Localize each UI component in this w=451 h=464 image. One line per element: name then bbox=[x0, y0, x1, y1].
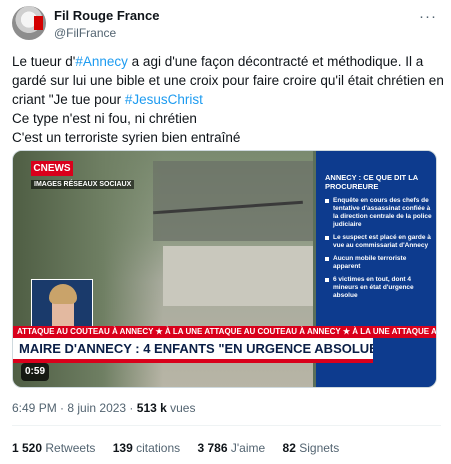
scene-water bbox=[163, 246, 313, 306]
tweet-date[interactable]: 8 juin 2023 bbox=[67, 401, 126, 415]
views-count: 513 k bbox=[136, 401, 167, 415]
author-name[interactable]: Fil Rouge France bbox=[54, 8, 159, 23]
news-ticker: ATTAQUE AU COUTEAU À ANNECY ★ À LA UNE A… bbox=[13, 326, 436, 338]
separator: · bbox=[56, 401, 68, 415]
video-player[interactable]: CNEWS IMAGES RÉSEAUX SOCIAUX ANNECY : CE… bbox=[12, 150, 437, 388]
tweet-text: Le tueur d'#Annecy a agi d'une façon déc… bbox=[12, 52, 444, 147]
sidebar-item: 6 victimes en tout, dont 4 mineurs en ét… bbox=[325, 276, 432, 300]
retweets-label: Retweets bbox=[45, 441, 96, 455]
tweet-time[interactable]: 6:49 PM bbox=[12, 401, 57, 415]
quotes-label: citations bbox=[136, 441, 181, 455]
text-segment: criant "Je tue pour bbox=[12, 92, 125, 107]
sidebar-item: Aucun mobile terroriste apparent bbox=[325, 255, 432, 271]
separator: · bbox=[126, 401, 137, 415]
bookmarks-count: 82 bbox=[282, 441, 296, 455]
tweet-line: C'est un terroriste syrien bien entraîné bbox=[12, 130, 241, 145]
anchor-hair bbox=[49, 284, 77, 304]
retweets-count: 1 520 bbox=[12, 441, 43, 455]
bookmarks-label: Signets bbox=[299, 441, 340, 455]
bookmarks-stat[interactable]: 82 Signets bbox=[283, 441, 340, 455]
hashtag-jesuschrist[interactable]: #JesusChrist bbox=[125, 92, 203, 107]
hashtag-annecy[interactable]: #Annecy bbox=[75, 54, 128, 69]
headline-bar bbox=[13, 359, 373, 363]
tweet-line: criant "Je tue pour #JesusChrist bbox=[12, 90, 442, 109]
channel-logo: CNEWS bbox=[31, 161, 73, 176]
quotes-stat[interactable]: 139 citations bbox=[113, 441, 180, 455]
more-horizontal-icon[interactable]: ··· bbox=[419, 8, 437, 25]
views-label: vues bbox=[166, 401, 196, 415]
sidebar-item: Le suspect est placé en garde à vue au c… bbox=[325, 234, 432, 250]
quotes-count: 139 bbox=[112, 441, 133, 455]
tweet-line: Le tueur d'#Annecy a agi d'une façon déc… bbox=[12, 52, 442, 71]
video-duration: 0:59 bbox=[21, 363, 49, 381]
tweet-line: gardé sur lui une bible et une croix pou… bbox=[12, 73, 444, 88]
likes-label: J'aime bbox=[230, 441, 266, 455]
tweet-meta: 6:49 PM · 8 juin 2023 · 513 k vues bbox=[12, 401, 195, 415]
tweet-line: Ce type n'est ni fou, ni chrétien bbox=[12, 111, 197, 126]
sidebar-item: Enquête en cours des chefs de tentative … bbox=[325, 197, 432, 229]
anchor-inset bbox=[31, 279, 93, 327]
text-segment: a agi d'une façon décontracté et méthodi… bbox=[127, 54, 424, 69]
tweet-header: Fil Rouge France @FilFrance ··· bbox=[12, 6, 441, 42]
flag-icon bbox=[34, 16, 43, 30]
text-segment: Le tueur d' bbox=[12, 54, 76, 69]
retweets-stat[interactable]: 1 520 Retweets bbox=[12, 441, 95, 455]
likes-stat[interactable]: 3 786 J'aime bbox=[198, 441, 266, 455]
divider bbox=[12, 425, 441, 426]
source-label: IMAGES RÉSEAUX SOCIAUX bbox=[31, 180, 135, 189]
avatar[interactable] bbox=[12, 6, 46, 40]
likes-count: 3 786 bbox=[197, 441, 228, 455]
author-handle[interactable]: @FilFrance bbox=[54, 26, 116, 40]
news-headline: MAIRE D'ANNECY : 4 ENFANTS "EN URGENCE A… bbox=[13, 338, 373, 359]
tweet-stats: 1 520 Retweets 139 citations 3 786 J'aim… bbox=[12, 441, 353, 455]
sidebar-title: ANNECY : CE QUE DIT LA PROCUREURE bbox=[325, 173, 418, 191]
